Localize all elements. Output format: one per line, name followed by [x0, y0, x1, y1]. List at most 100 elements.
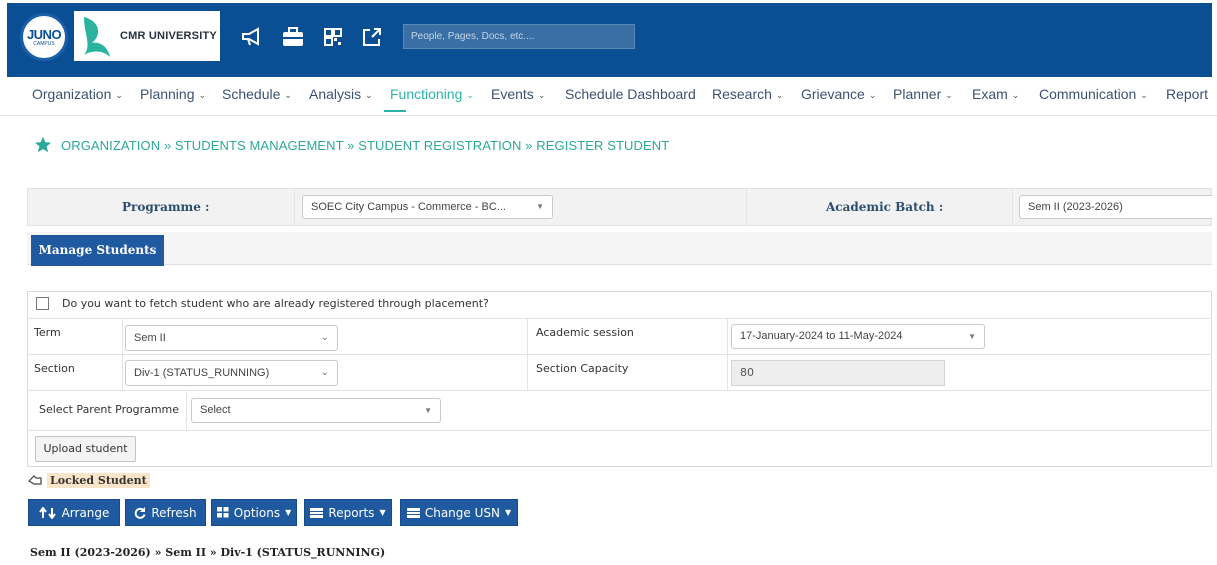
academic-batch-value: Sem II (2023-2026) — [1028, 201, 1123, 213]
chevron-down-icon: ⌄ — [365, 90, 373, 100]
menu-label: Planning — [140, 86, 195, 102]
chevron-down-icon: ⌄ — [466, 90, 474, 100]
menu-label: Research — [712, 86, 772, 102]
section-select-value: Div-1 (STATUS_RUNNING) — [134, 367, 270, 379]
menu-label: Analysis — [309, 86, 362, 102]
refresh-button[interactable]: Refresh — [125, 499, 206, 526]
menu-label: Exam — [972, 86, 1008, 102]
chevron-down-icon: ⌄ — [1011, 90, 1020, 100]
chevron-down-icon: ⌄ — [115, 90, 123, 100]
cell-divider — [746, 189, 747, 225]
megaphone-icon[interactable] — [240, 25, 264, 49]
menu-item-grievance[interactable]: Grievance ⌄ — [801, 86, 876, 102]
reports-dropdown-button[interactable]: Reports ▼ — [304, 499, 392, 526]
chevron-down-icon: ⌄ — [320, 367, 329, 378]
programme-label: Programme : — [122, 200, 210, 214]
menu-item-schedule[interactable]: Schedule ⌄ — [222, 86, 292, 102]
menu-item-schedule-dashboard[interactable]: Schedule Dashboard — [565, 86, 696, 102]
menu-label: Schedule — [222, 86, 281, 102]
col-divider — [122, 318, 123, 390]
menu-item-research[interactable]: Research ⌄ — [712, 86, 783, 102]
juno-logo-text: JUNO — [26, 26, 62, 42]
section-select[interactable]: Div-1 (STATUS_RUNNING) ⌄ — [125, 360, 338, 386]
menu-label: Report — [1166, 86, 1209, 102]
academic-session-value: 17-January-2024 to 11-May-2024 — [740, 330, 903, 342]
chevron-down-icon: ⌄ — [537, 90, 546, 100]
menu-label: Grievance — [801, 86, 865, 102]
section-label: Section — [34, 362, 75, 375]
caret-down-icon: ▼ — [285, 508, 292, 517]
menu-item-planning[interactable]: Planning ⌄ — [140, 86, 206, 102]
arrange-button[interactable]: Arrange — [28, 499, 120, 526]
cmr-leaf-icon — [84, 17, 110, 57]
parent-programme-label: Select Parent Programme — [39, 403, 180, 416]
row-divider — [27, 318, 1212, 319]
options-button-label: Options — [233, 505, 281, 520]
hand-pointer-icon — [28, 474, 42, 485]
options-dropdown-button[interactable]: Options ▼ — [211, 499, 297, 526]
refresh-button-label: Refresh — [151, 505, 197, 520]
col-divider — [527, 318, 528, 390]
parent-programme-select[interactable]: Select ▼ — [191, 398, 441, 423]
caret-down-icon: ▼ — [379, 508, 386, 517]
locked-student-label: Locked Student — [47, 473, 150, 488]
placement-question-label: Do you want to fetch student who are alr… — [62, 297, 489, 310]
row-divider — [27, 430, 1212, 431]
briefcase-icon[interactable] — [281, 25, 305, 49]
tab-manage-students[interactable]: Manage Students — [31, 235, 164, 266]
col-divider — [727, 318, 728, 390]
change-usn-button-label: Change USN — [424, 505, 500, 520]
cell-divider — [1012, 189, 1013, 225]
star-icon[interactable] — [34, 136, 52, 154]
section-capacity-field: 80 — [731, 360, 945, 386]
row-divider — [27, 354, 1212, 355]
section-capacity-label: Section Capacity — [536, 362, 629, 375]
academic-session-label: Academic session — [536, 326, 634, 339]
reports-button-label: Reports — [328, 505, 375, 520]
menu-item-communication[interactable]: Communication ⌄ — [1039, 86, 1148, 102]
external-link-icon[interactable] — [360, 25, 384, 49]
chevron-down-icon: ⌄ — [775, 90, 784, 100]
chevron-down-icon: ⌄ — [945, 90, 953, 100]
chevron-down-icon: ⌄ — [868, 90, 877, 100]
caret-down-icon: ▼ — [536, 202, 544, 211]
global-search-input[interactable]: People, Pages, Docs, etc.... — [403, 24, 635, 49]
active-menu-indicator — [384, 110, 406, 112]
menu-item-organization[interactable]: Organization ⌄ — [32, 86, 123, 102]
change-usn-dropdown-button[interactable]: Change USN ▼ — [400, 499, 518, 526]
chevron-down-icon: ⌄ — [320, 332, 329, 343]
placement-checkbox[interactable] — [36, 297, 49, 310]
menu-label: Functioning — [390, 86, 463, 102]
menu-item-events[interactable]: Events ⌄ — [491, 86, 545, 102]
tab-strip — [27, 232, 1212, 265]
caret-down-icon: ▼ — [968, 332, 976, 341]
selection-path: Sem II (2023-2026) » Sem II » Div-1 (STA… — [30, 546, 386, 559]
academic-batch-select[interactable]: Sem II (2023-2026) — [1019, 195, 1212, 219]
menu-item-exam[interactable]: Exam ⌄ — [972, 86, 1019, 102]
breadcrumb-path[interactable]: ORGANIZATION » STUDENTS MANAGEMENT » STU… — [61, 138, 669, 153]
menu-label: Organization — [32, 86, 112, 102]
upload-student-button[interactable]: Upload student — [35, 436, 136, 462]
term-label: Term — [34, 326, 61, 339]
term-select[interactable]: Sem II ⌄ — [125, 325, 338, 351]
cmr-university-logo[interactable]: CMR UNIVERSITY — [74, 11, 220, 61]
arrows-updown-icon — [38, 506, 57, 519]
academic-batch-label: Academic Batch : — [826, 200, 944, 214]
programme-select[interactable]: SOEC City Campus - Commerce - BC... ▼ — [302, 195, 553, 219]
table-icon — [406, 507, 420, 518]
arrange-button-label: Arrange — [61, 505, 110, 520]
main-navigation-menu: Organization ⌄ Planning ⌄ Schedule ⌄ Analys… — [0, 78, 1217, 116]
table-icon — [310, 507, 324, 518]
refresh-icon — [134, 506, 146, 519]
menu-item-report[interactable]: Report — [1166, 86, 1208, 102]
qr-code-icon[interactable] — [321, 25, 345, 49]
academic-session-select[interactable]: 17-January-2024 to 11-May-2024 ▼ — [731, 324, 985, 349]
menu-item-planner[interactable]: Planner ⌄ — [893, 86, 953, 102]
juno-campus-logo[interactable]: JUNO CAMPUS — [20, 13, 68, 61]
chevron-down-icon: ⌄ — [198, 90, 207, 100]
menu-label: Schedule Dashboard — [565, 86, 696, 102]
menu-item-analysis[interactable]: Analysis ⌄ — [309, 86, 373, 102]
menu-item-functioning[interactable]: Functioning ⌄ — [390, 86, 474, 102]
breadcrumb: ORGANIZATION » STUDENTS MANAGEMENT » STU… — [34, 136, 669, 154]
menu-label: Planner — [893, 86, 942, 102]
